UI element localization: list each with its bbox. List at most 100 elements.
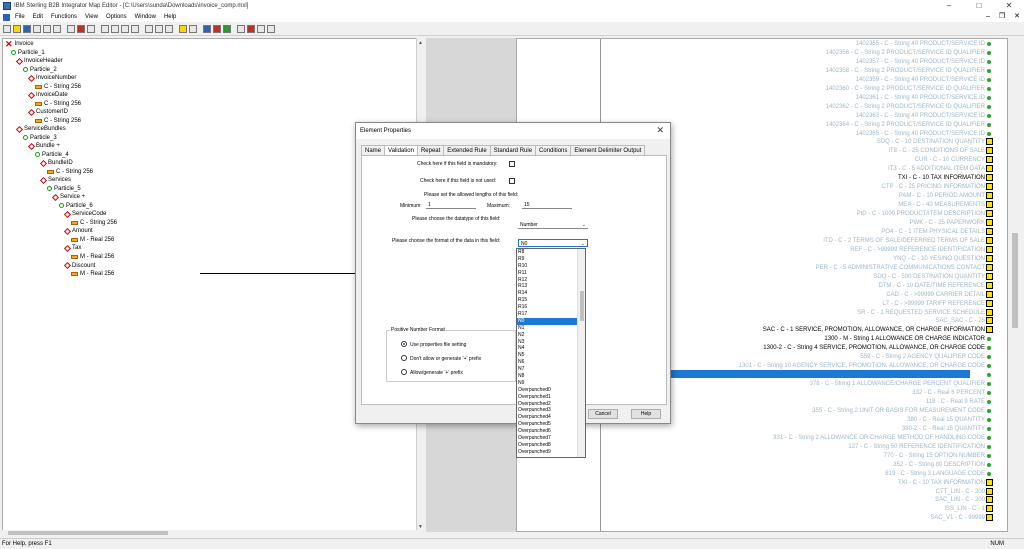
save-icon[interactable] bbox=[23, 24, 31, 33]
paste-icon[interactable] bbox=[53, 24, 61, 33]
find-icon[interactable] bbox=[67, 24, 75, 33]
format-option[interactable]: R9 bbox=[517, 256, 585, 263]
format-option[interactable]: N3 bbox=[517, 339, 585, 346]
unlink-icon[interactable] bbox=[213, 24, 221, 33]
compile-icon[interactable] bbox=[145, 24, 153, 33]
report-icon[interactable] bbox=[247, 24, 255, 33]
format-option[interactable]: R10 bbox=[517, 263, 585, 270]
tab-conditions[interactable]: Conditions bbox=[535, 145, 572, 155]
output-tree-node[interactable]: SAC_LIN - C - 200 bbox=[935, 496, 985, 504]
output-tree-node[interactable]: CTP - C - 25 PRICING INFORMATION bbox=[882, 183, 985, 191]
mdi-restore-button[interactable]: ❐ bbox=[999, 12, 1005, 22]
output-tree-node[interactable]: ISS_LIN - C - 1 bbox=[944, 505, 985, 513]
input-tree-node[interactable]: Services bbox=[39, 176, 71, 184]
output-tree-node[interactable]: 1300 - M - String 1 ALLOWANCE OR CHARGE … bbox=[824, 335, 985, 343]
lightbulb-icon[interactable] bbox=[179, 24, 187, 33]
input-tree-node[interactable]: C - String 256 bbox=[35, 100, 81, 108]
format-option[interactable]: Overpunched8 bbox=[517, 442, 585, 449]
mdi-minimize-button[interactable]: – bbox=[986, 12, 990, 22]
output-tree-node[interactable]: 1402363 - C - String 40 PRODUCT/SERVICE … bbox=[856, 112, 985, 120]
output-tree-node[interactable]: DTM - C - 10 DATE/TIME REFERENCE bbox=[878, 282, 985, 290]
input-tree-node[interactable]: C - String 256 bbox=[71, 219, 117, 227]
print-icon[interactable] bbox=[237, 24, 245, 33]
format-option[interactable]: Overpunched4 bbox=[517, 414, 585, 421]
output-tree-node[interactable]: 1402365 - C - String 40 PRODUCT/SERVICE … bbox=[856, 130, 985, 138]
output-tree-node[interactable]: 352 - C - String 80 DESCRIPTION bbox=[893, 461, 985, 469]
output-tree-node[interactable]: TXI - C - 10 TAX INFORMATION bbox=[898, 174, 985, 182]
output-tree-node[interactable]: 1402362 - C - String 2 PRODUCT/SERVICE I… bbox=[826, 103, 985, 111]
output-tree-node[interactable]: PER - C - 5 ADMINISTRATIVE COMMUNICATION… bbox=[816, 264, 985, 272]
output-tree-node[interactable]: 770 - C - String 15 OPTION NUMBER bbox=[884, 452, 985, 460]
format-option[interactable]: Overpunched9 bbox=[517, 449, 585, 456]
minimum-input[interactable]: 1 bbox=[426, 201, 476, 209]
output-tree-node[interactable]: 1402360 - C - String 2 PRODUCT/SERVICE I… bbox=[826, 85, 985, 93]
expand-icon[interactable] bbox=[121, 24, 129, 33]
tab-extended-rule[interactable]: Extended Rule bbox=[443, 145, 491, 155]
help-icon[interactable] bbox=[267, 24, 275, 33]
cancel-button[interactable]: Cancel bbox=[588, 409, 618, 419]
output-tree-node[interactable]: 1402357 - C - String 40 PRODUCT/SERVICE … bbox=[856, 58, 985, 66]
mandatory-checkbox[interactable] bbox=[509, 161, 515, 167]
format-option[interactable]: R16 bbox=[517, 304, 585, 311]
left-horizontal-scrollbar[interactable] bbox=[2, 530, 425, 537]
verify-icon[interactable] bbox=[223, 24, 231, 33]
input-tree-node[interactable]: InvoiceDate bbox=[27, 91, 68, 99]
tab-repeat[interactable]: Repeat bbox=[416, 145, 445, 155]
dialog-close-button[interactable]: ✕ bbox=[656, 125, 664, 136]
input-tree-node[interactable]: Particle_2 bbox=[23, 66, 57, 74]
input-tree-node[interactable]: ServiceBundles bbox=[15, 125, 66, 133]
output-tree-node[interactable]: SDQ - C - 500 DESTINATION QUANTITY bbox=[873, 273, 985, 281]
cut-icon[interactable] bbox=[33, 24, 41, 33]
output-tree-node[interactable]: ITD - C - 2 TERMS OF SALE/DEFERRED TERMS… bbox=[823, 237, 985, 245]
link-icon[interactable] bbox=[101, 24, 109, 33]
output-tree-node[interactable]: 355 - C - String 2 UNIT OR BASIS FOR MEA… bbox=[812, 407, 985, 415]
output-tree-node[interactable]: 118 - C - Real 9 RATE bbox=[926, 398, 985, 406]
tree-icon[interactable] bbox=[111, 24, 119, 33]
collapse-icon[interactable] bbox=[131, 24, 139, 33]
help-button[interactable]: Help bbox=[631, 409, 661, 419]
output-tree-node[interactable]: SR - C - 1 REQUESTED SERVICE SCHEDULE bbox=[857, 309, 985, 317]
output-tree-node[interactable]: L7 - C - >99999 TARIFF REFERENCE bbox=[882, 300, 985, 308]
format-select[interactable]: N0 ⌄ bbox=[518, 239, 588, 247]
input-tree-node[interactable]: C - String 256 bbox=[47, 168, 93, 176]
format-option[interactable]: Overpunched2 bbox=[517, 401, 585, 408]
output-tree-node[interactable]: 1402356 - C - String 2 PRODUCT/SERVICE I… bbox=[826, 49, 985, 57]
input-tree-node[interactable]: CustomerID bbox=[27, 108, 68, 116]
input-tree-node[interactable]: Service + bbox=[51, 193, 85, 201]
output-tree-node[interactable]: SAC - C - 1 SERVICE, PROMOTION, ALLOWANC… bbox=[763, 326, 985, 334]
format-option[interactable]: Overpunched1 bbox=[517, 394, 585, 401]
output-tree-node[interactable]: 1402361 - C - String 40 PRODUCT/SERVICE … bbox=[856, 94, 985, 102]
tab-name[interactable]: Name bbox=[361, 145, 386, 155]
output-tree-node[interactable]: REF - C - >99999 REFERENCE IDENTIFICATIO… bbox=[850, 246, 985, 254]
settings-icon[interactable] bbox=[165, 24, 173, 33]
properties-icon[interactable] bbox=[87, 24, 95, 33]
output-tree-node[interactable]: 559 - C - String 2 AGENCY QUALIFIER CODE bbox=[860, 353, 985, 361]
output-tree-node[interactable]: IT3 - C - 5 ADDITIONAL ITEM DATA bbox=[888, 165, 985, 173]
output-tree-node[interactable]: IT8 - C - 25 CONDITIONS OF SALE bbox=[888, 147, 985, 155]
radio-use-properties[interactable] bbox=[401, 341, 407, 347]
run-icon[interactable] bbox=[155, 24, 163, 33]
window-icon[interactable] bbox=[257, 24, 265, 33]
maximize-button[interactable]: □ bbox=[964, 0, 994, 12]
output-tree-node[interactable]: 1301 - C - String 10 AGENCY SERVICE, PRO… bbox=[739, 362, 985, 370]
tab-element-delimiter-output[interactable]: Element Delimiter Output bbox=[570, 145, 646, 155]
format-option[interactable]: Overpunched6 bbox=[517, 428, 585, 435]
output-tree-node[interactable]: 331 - C - String 2 ALLOWANCE OR CHARGE M… bbox=[773, 434, 985, 442]
input-tree-node[interactable]: BundleID bbox=[39, 159, 73, 167]
input-tree-node[interactable]: Particle_6 bbox=[59, 202, 93, 210]
input-tree-node[interactable]: InvoiceNumber bbox=[27, 74, 76, 82]
map-link-icon[interactable] bbox=[203, 24, 211, 33]
output-tree-node[interactable]: PID - C - 1000 PRODUCT/ITEM DESCRIPTION bbox=[857, 210, 985, 218]
output-tree-node[interactable]: 819 - C - String 3 LANGUAGE CODE bbox=[885, 470, 985, 478]
format-option[interactable]: Overpunched7 bbox=[517, 435, 585, 442]
output-tree-node[interactable]: 127 - C - String 50 REFERENCE IDENTIFICA… bbox=[848, 443, 985, 451]
menu-window[interactable]: Window bbox=[131, 12, 160, 22]
input-tree-node[interactable]: Tax bbox=[63, 244, 81, 253]
input-tree-node[interactable]: ServiceCode bbox=[63, 210, 106, 218]
output-tree-node[interactable]: 378 - C - String 1 ALLOWANCE/CHARGE PERC… bbox=[810, 380, 985, 388]
input-tree-node[interactable]: M - Real 256 bbox=[71, 236, 114, 244]
pin-icon[interactable] bbox=[189, 24, 197, 33]
output-tree-node[interactable]: 1402364 - C - String 2 PRODUCT/SERVICE I… bbox=[826, 121, 985, 129]
right-panel-scrollbar[interactable] bbox=[1009, 38, 1022, 532]
minimize-button[interactable]: – bbox=[934, 0, 964, 12]
